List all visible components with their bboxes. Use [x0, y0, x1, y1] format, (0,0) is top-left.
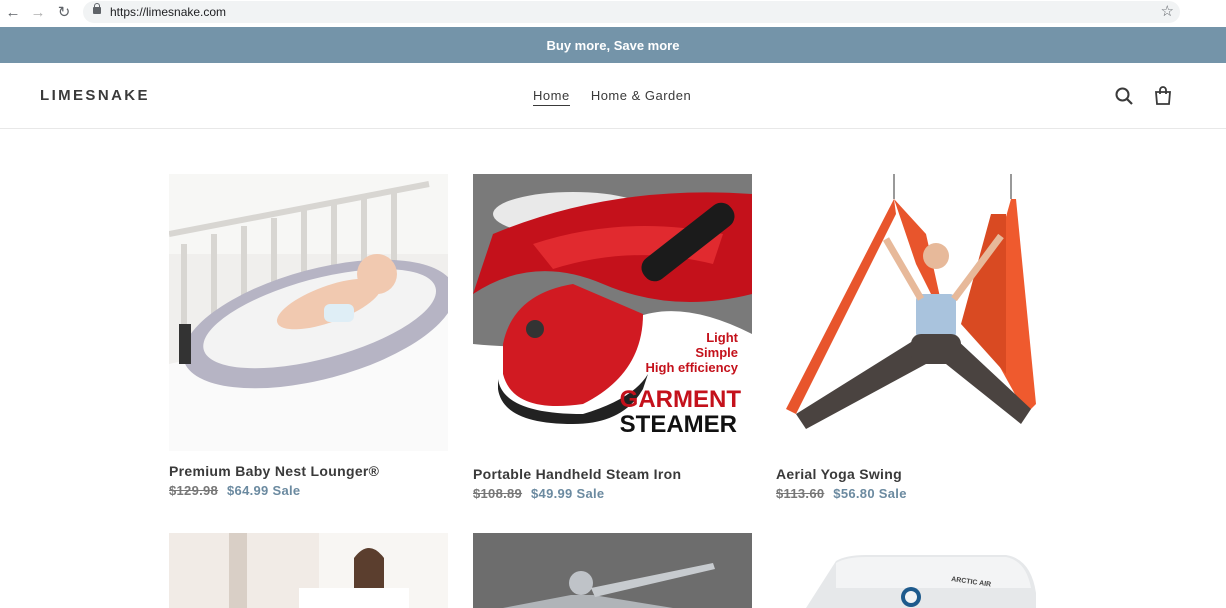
sale-label: Sale — [576, 486, 605, 501]
product-price: $129.98 $64.99 Sale — [169, 483, 448, 498]
cart-icon[interactable] — [1154, 86, 1172, 105]
nav-home[interactable]: Home — [533, 88, 570, 106]
bookmark-star-icon[interactable]: ☆ — [1161, 2, 1174, 20]
steamer-text-steamer: STEAMER — [620, 411, 737, 438]
search-icon[interactable] — [1115, 87, 1133, 105]
product-price: $113.60 $56.80 Sale — [776, 486, 1055, 501]
sale-price: $49.99 — [531, 486, 573, 501]
site-header: LIMESNAKE Home Home & Garden — [0, 63, 1226, 129]
product-image-row2-2[interactable] — [473, 533, 752, 608]
lock-icon — [93, 3, 101, 14]
site-logo[interactable]: LIMESNAKE — [40, 87, 150, 104]
reload-icon[interactable]: ↻ — [54, 3, 74, 23]
back-icon[interactable]: ← — [3, 3, 23, 23]
product-card[interactable]: Aerial Yoga Swing $113.60 $56.80 Sale — [776, 174, 1055, 501]
product-image-row2-3[interactable]: ARCTIC AIR — [776, 533, 1055, 608]
product-price: $108.89 $49.99 Sale — [473, 486, 752, 501]
browser-toolbar: ← → ↻ https://limesnake.com ☆ — [0, 0, 1226, 26]
product-title[interactable]: Portable Handheld Steam Iron — [473, 466, 752, 482]
original-price: $129.98 — [169, 483, 219, 498]
product-title[interactable]: Aerial Yoga Swing — [776, 466, 1055, 482]
product-image-yoga-swing[interactable] — [776, 174, 1055, 451]
sale-label: Sale — [272, 483, 301, 498]
original-price: $108.89 — [473, 486, 523, 501]
product-title[interactable]: Premium Baby Nest Lounger® — [169, 463, 448, 479]
steamer-text-simple: Simple — [695, 345, 738, 360]
sale-price: $64.99 — [227, 483, 269, 498]
steamer-text-garment: GARMENT — [620, 386, 742, 413]
url-text[interactable]: https://limesnake.com — [110, 5, 226, 19]
main-nav: Home Home & Garden — [533, 88, 708, 106]
product-image-steam-iron[interactable]: Light Simple High efficiency GARMENT STE… — [473, 174, 752, 451]
original-price: $113.60 — [776, 486, 825, 501]
steamer-text-light: Light — [706, 330, 738, 345]
product-card[interactable]: Premium Baby Nest Lounger® $129.98 $64.9… — [169, 174, 448, 498]
steamer-text-efficiency: High efficiency — [646, 360, 739, 375]
announcement-bar: Buy more, Save more — [0, 27, 1226, 63]
sale-price: $56.80 — [833, 486, 875, 501]
sale-label: Sale — [878, 486, 907, 501]
address-bar[interactable]: https://limesnake.com ☆ — [83, 1, 1180, 23]
product-card[interactable]: Light Simple High efficiency GARMENT STE… — [473, 174, 752, 501]
product-image-baby-nest[interactable] — [169, 174, 448, 451]
nav-home-garden[interactable]: Home & Garden — [591, 88, 691, 103]
forward-icon[interactable]: → — [28, 3, 48, 23]
product-image-row2-1[interactable] — [169, 533, 448, 608]
